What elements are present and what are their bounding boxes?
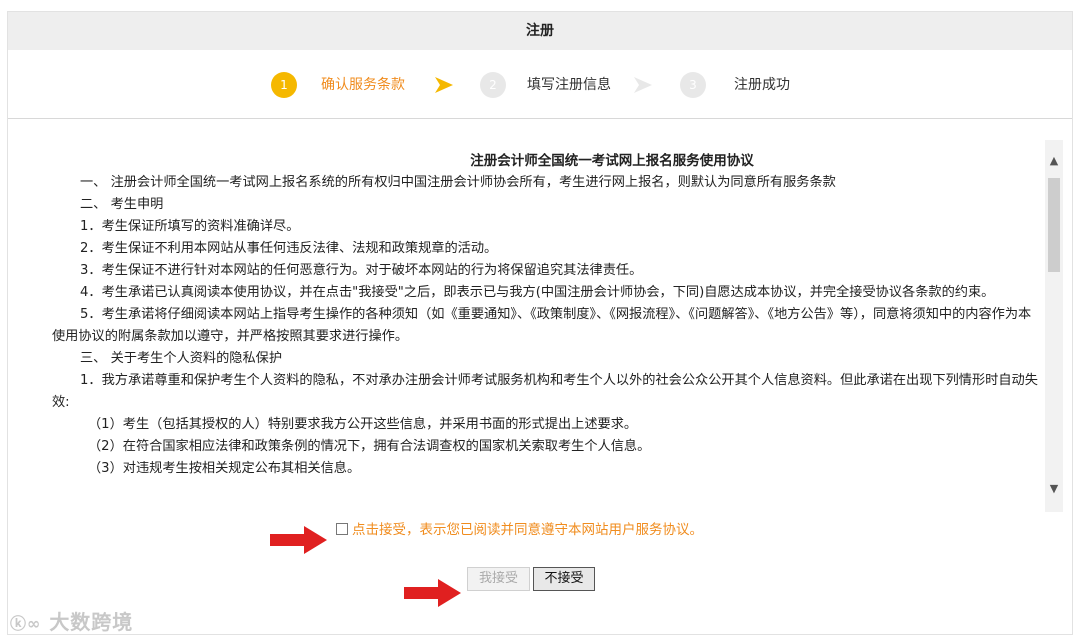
agreement-paragraph: 5．考生承诺将仔细阅读本网站上指导考生操作的各种须知（如《重要通知》、《政策制度… <box>52 307 1032 344</box>
step-3-label: 注册成功 <box>734 77 790 93</box>
agreement-text-area[interactable]: 注册会计师全国统一考试网上报名服务使用协议 一、 注册会计师全国统一考试网上报名… <box>52 144 1044 512</box>
agreement-paragraph: 4．考生承诺已认真阅读本使用协议，并在点击"我接受"之后，即表示已与我方(中国注… <box>80 285 995 300</box>
step-2-label: 填写注册信息 <box>527 77 611 93</box>
agreement-paragraph: 三、 关于考生个人资料的隐私保护 <box>80 351 283 366</box>
step-2-circle: 2 <box>480 72 506 98</box>
agreement-paragraph: 1．考生保证所填写的资料准确详尽。 <box>80 219 300 234</box>
window-title: 注册 <box>8 12 1072 50</box>
red-arrow-icon <box>404 579 461 607</box>
step-indicator: 1 确认服务条款 2 填写注册信息 3 注册成功 <box>8 72 1072 100</box>
agreement-paragraph: （1）考生（包括其授权的人）特别要求我方公开这些信息，并采用书面的形式提出上述要… <box>88 417 638 432</box>
red-arrow-icon <box>270 526 327 554</box>
watermark-logo-icon: ⓚ∞ <box>10 614 42 633</box>
agreement-scrollbar[interactable]: ▲ ▼ <box>1045 140 1063 512</box>
agreement-paragraph: 二、 考生申明 <box>80 197 164 212</box>
step-1-label: 确认服务条款 <box>321 77 405 93</box>
consent-label[interactable]: 点击接受，表示您已阅读并同意遵守本网站用户服务协议。 <box>352 522 703 538</box>
consent-row[interactable]: 点击接受，表示您已阅读并同意遵守本网站用户服务协议。 <box>336 520 703 540</box>
scroll-down-icon[interactable]: ▼ <box>1045 480 1063 498</box>
agreement-paragraph: 3．考生保证不进行针对本网站的任何恶意行为。对于破坏本网站的行为将保留追究其法律… <box>80 263 643 278</box>
agreement-paragraph: 2．考生保证不利用本网站从事任何违反法律、法规和政策规章的活动。 <box>80 241 498 256</box>
chevron-right-icon <box>634 77 652 93</box>
accept-button[interactable]: 我接受 <box>467 567 530 591</box>
decline-button[interactable]: 不接受 <box>533 567 595 591</box>
consent-checkbox[interactable] <box>336 523 348 535</box>
step-1-circle: 1 <box>271 72 297 98</box>
watermark-text: 大数跨境 <box>49 610 134 634</box>
agreement-paragraph: （2）在符合国家相应法律和政策条例的情况下，拥有合法调查权的国家机关索取考生个人… <box>88 439 651 454</box>
scrollbar-thumb[interactable] <box>1048 178 1060 272</box>
scroll-up-icon[interactable]: ▲ <box>1045 152 1063 170</box>
agreement-paragraph: （3）对违规考生按相关规定公布其相关信息。 <box>88 461 361 476</box>
divider <box>8 118 1072 119</box>
step-3-circle: 3 <box>680 72 706 98</box>
agreement-paragraph: 1．我方承诺尊重和保护考生个人资料的隐私，不对承办注册会计师考试服务机构和考生个… <box>52 373 1038 410</box>
chevron-right-icon <box>435 77 453 93</box>
agreement-title: 注册会计师全国统一考试网上报名服务使用协议 <box>470 153 754 169</box>
agreement-paragraph: 一、 注册会计师全国统一考试网上报名系统的所有权归中国注册会计师协会所有，考生进… <box>80 175 836 190</box>
watermark: ⓚ∞ 大数跨境 <box>10 606 133 635</box>
